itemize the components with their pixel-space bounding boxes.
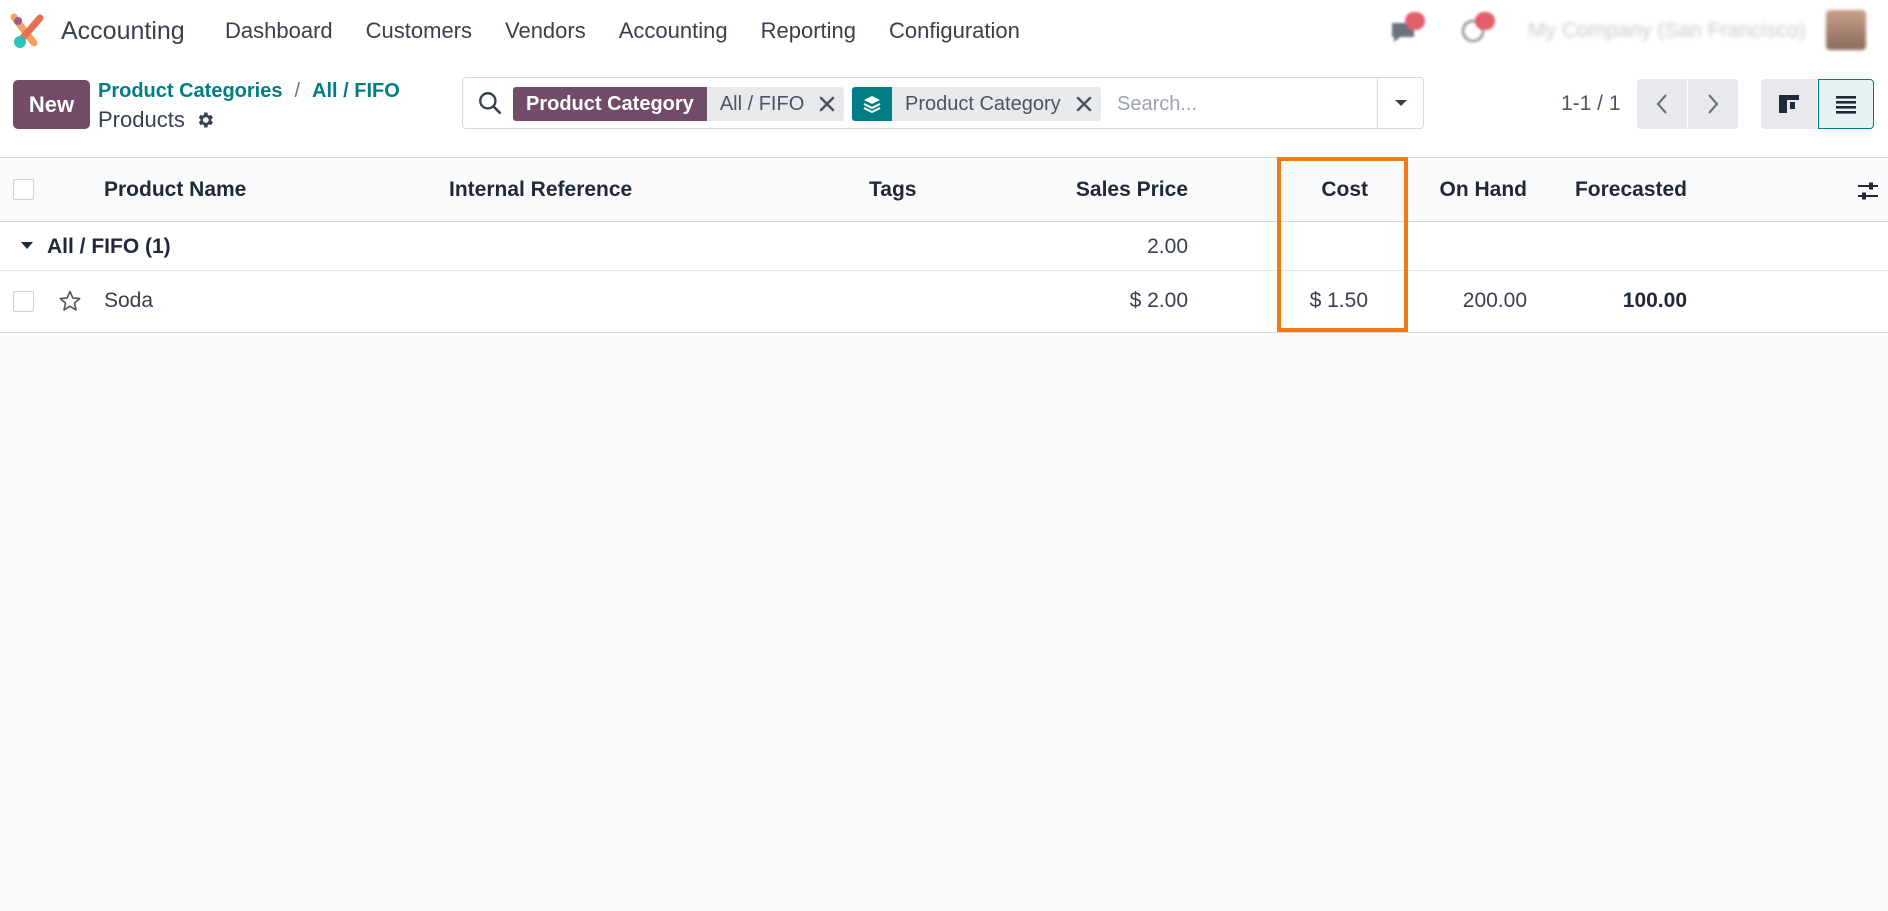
messages-icon[interactable] — [1388, 12, 1425, 45]
facet-product-category: Product Category All / FIFO — [513, 87, 845, 121]
control-panel: New Product Categories / All / FIFO Produc… — [0, 62, 1888, 157]
user-avatar[interactable] — [1826, 10, 1866, 50]
pager-value[interactable]: 1-1 / 1 — [1561, 92, 1621, 116]
group-by-icon-box — [852, 87, 892, 121]
optional-columns-icon[interactable] — [1856, 180, 1880, 202]
breadcrumb: Product Categories / All / FIFO — [98, 80, 400, 103]
column-internal-reference[interactable]: Internal Reference — [449, 178, 632, 202]
remove-facet-icon[interactable] — [1075, 95, 1093, 113]
group-label: All / FIFO (1) — [47, 235, 171, 258]
products-list-table: Product Name Internal Reference Tags Sal… — [0, 157, 1888, 333]
company-switcher[interactable]: My Company (San Francisco) — [1528, 19, 1806, 43]
menu-item-reporting[interactable]: Reporting — [761, 18, 856, 44]
page-title-wrap: Products — [98, 107, 215, 133]
column-sales-price[interactable]: Sales Price — [1076, 178, 1188, 202]
menu-item-customers[interactable]: Customers — [366, 18, 472, 44]
caret-down-icon — [21, 242, 33, 249]
facet-value: All / FIFO — [719, 92, 805, 115]
facet-value-wrap: Product Category — [892, 87, 1101, 121]
column-product-name[interactable]: Product Name — [104, 178, 246, 202]
menu-item-accounting[interactable]: Accounting — [619, 18, 728, 44]
search-icon[interactable] — [477, 90, 503, 116]
column-on-hand[interactable]: On Hand — [1440, 178, 1528, 202]
breadcrumb-separator: / — [294, 80, 301, 102]
cost-column-highlight — [1277, 157, 1408, 332]
activity-clock-icon[interactable] — [1458, 12, 1495, 45]
app-name[interactable]: Accounting — [61, 17, 185, 46]
column-tags[interactable]: Tags — [869, 178, 916, 202]
column-forecasted[interactable]: Forecasted — [1575, 178, 1687, 202]
facet-groupby-value: Product Category — [905, 92, 1061, 115]
search-bar: Product Category All / FIFO Product Cate… — [462, 77, 1424, 129]
forecasted-value: 100.00 — [1622, 289, 1687, 312]
main-menu: Dashboard Customers Vendors Accounting R… — [225, 18, 1053, 44]
sales-price-value: $ 2.00 — [1129, 289, 1188, 312]
facet-groupby-product-category: Product Category — [852, 87, 1101, 121]
menu-item-configuration[interactable]: Configuration — [889, 18, 1020, 44]
menu-item-dashboard[interactable]: Dashboard — [225, 18, 333, 44]
messages-badge — [1405, 12, 1425, 30]
select-all-checkbox[interactable] — [13, 179, 34, 200]
pager-next-button[interactable] — [1688, 79, 1738, 129]
facet-label: Product Category — [513, 87, 707, 121]
star-icon[interactable] — [58, 289, 82, 313]
table-row[interactable]: Soda $ 2.00 $ 1.50 200.00 100.00 — [0, 271, 1888, 333]
product-name: Soda — [104, 289, 154, 312]
pager-previous-button[interactable] — [1637, 79, 1687, 129]
chevron-right-icon — [1708, 94, 1719, 114]
new-button[interactable]: New — [13, 80, 90, 129]
gear-icon[interactable] — [195, 110, 215, 130]
breadcrumb-all-fifo[interactable]: All / FIFO — [312, 80, 400, 102]
activity-badge — [1475, 12, 1495, 30]
layers-icon — [863, 96, 881, 114]
breadcrumb-product-categories[interactable]: Product Categories — [98, 80, 282, 102]
group-sales-price-total: 2.00 — [1147, 235, 1188, 258]
row-checkbox[interactable] — [13, 291, 34, 312]
search-options-toggle[interactable] — [1377, 78, 1423, 128]
remove-facet-icon[interactable] — [818, 95, 836, 113]
menu-item-vendors[interactable]: Vendors — [505, 18, 586, 44]
page-title: Products — [98, 107, 185, 132]
table-header: Product Name Internal Reference Tags Sal… — [0, 158, 1888, 222]
caret-down-icon — [1394, 100, 1407, 106]
chevron-left-icon — [1656, 94, 1667, 114]
kanban-view-button[interactable] — [1761, 79, 1817, 129]
group-row[interactable]: All / FIFO (1) 2.00 — [0, 222, 1888, 271]
list-view-button[interactable] — [1818, 79, 1874, 129]
top-navbar: Accounting Dashboard Customers Vendors A… — [0, 0, 1888, 62]
list-view-icon — [1836, 96, 1856, 114]
accounting-app-icon[interactable] — [10, 13, 46, 49]
search-input[interactable] — [1117, 87, 1377, 121]
facet-value-wrap: All / FIFO — [706, 87, 845, 121]
kanban-view-icon — [1779, 95, 1799, 113]
on-hand-value: 200.00 — [1462, 289, 1527, 312]
